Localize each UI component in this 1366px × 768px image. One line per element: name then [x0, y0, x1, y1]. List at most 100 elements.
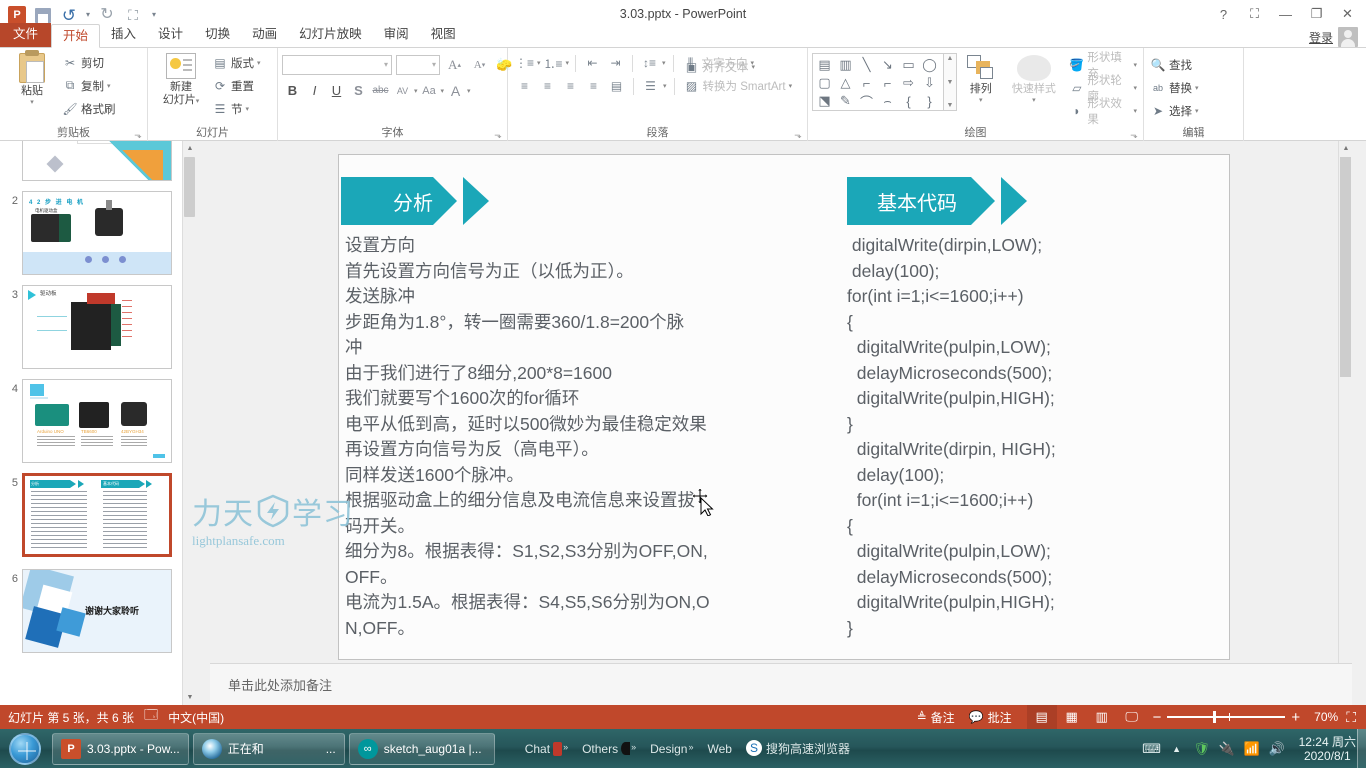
- scribble-shape-icon[interactable]: ✎: [835, 92, 856, 110]
- taskbar-item-arduino[interactable]: ∞ sketch_aug01a |...: [348, 732, 495, 765]
- chevron-down-icon[interactable]: ▾: [566, 59, 570, 67]
- chevron-down-icon[interactable]: ▾: [467, 87, 471, 95]
- chevron-down-icon[interactable]: ▾: [663, 82, 667, 90]
- taskbar-item-camera[interactable]: 正在和 ...: [192, 732, 345, 765]
- copy-button[interactable]: ⧉ 复制 ▾: [60, 74, 118, 97]
- deskband-item-others[interactable]: Others »: [576, 741, 642, 756]
- right-heading-banner[interactable]: 基本代码: [847, 177, 1035, 225]
- change-case-button[interactable]: Aa: [419, 80, 440, 101]
- chevron-down-icon[interactable]: ▾: [1195, 84, 1199, 92]
- slide-thumbnail-5[interactable]: 分析 基本代码: [22, 473, 172, 557]
- deskband-item-browser[interactable]: S 搜狗高速浏览器: [740, 740, 856, 757]
- slide-thumbnail-3[interactable]: 驱动板: [22, 285, 172, 369]
- freeform-shape-icon[interactable]: ⬔: [814, 92, 835, 110]
- thumbnail-pane-scrollbar[interactable]: ▲ ▼: [182, 141, 196, 705]
- columns-button[interactable]: ☰: [640, 76, 661, 96]
- close-button[interactable]: ✕: [1333, 3, 1362, 25]
- chevron-right-icon[interactable]: »: [631, 742, 636, 752]
- paste-button[interactable]: 粘贴 ▾: [4, 50, 60, 106]
- list-item[interactable]: 6 谢谢大家聆听: [0, 557, 196, 653]
- chevron-down-icon[interactable]: ▾: [662, 59, 666, 67]
- scrollbar-thumb[interactable]: [1340, 157, 1351, 377]
- reading-view-button[interactable]: ▥: [1087, 705, 1117, 729]
- font-name-combobox[interactable]: ▾: [282, 54, 392, 75]
- slide-area-scrollbar[interactable]: ▲ ⌃ ⌄ ▼: [1338, 141, 1353, 705]
- normal-view-button[interactable]: ▤: [1026, 705, 1057, 729]
- convert-to-smartart-button[interactable]: ▨ 转换为 SmartArt ▾: [682, 77, 795, 96]
- window-controls[interactable]: ? ⛶ — ❐ ✕: [1209, 3, 1362, 25]
- tab-animations[interactable]: 动画: [241, 23, 288, 47]
- tab-file[interactable]: 文件: [0, 23, 52, 47]
- layout-button[interactable]: ▤ 版式 ▾: [210, 51, 263, 74]
- arc-shape-icon[interactable]: ⌒: [856, 92, 877, 110]
- underline-button[interactable]: U: [326, 80, 347, 101]
- right-arrow-shape-icon[interactable]: ⇨: [898, 74, 919, 92]
- chevron-down-icon[interactable]: ▾: [30, 98, 34, 106]
- network-plug-icon[interactable]: 🔌: [1218, 740, 1236, 758]
- list-item[interactable]: 2 4 2 步 进 电 机 电机驱动盒: [0, 181, 196, 275]
- align-text-button[interactable]: ▣ 对齐文本 ▾: [682, 58, 795, 77]
- zoom-level[interactable]: 70%: [1306, 710, 1346, 724]
- list-item[interactable]: 1: [0, 141, 196, 181]
- rectangle-shape-icon[interactable]: ▭: [898, 56, 919, 74]
- volume-icon[interactable]: 🔊: [1268, 740, 1286, 758]
- tab-home[interactable]: 开始: [51, 24, 101, 48]
- scrollbar-thumb[interactable]: [184, 157, 195, 217]
- deskband-item-chat[interactable]: Chat »: [519, 741, 574, 756]
- vertical-textbox-shape-icon[interactable]: ▥: [835, 56, 856, 74]
- quick-styles-button[interactable]: 快速样式 ▾: [1004, 53, 1063, 104]
- decrease-font-size-button[interactable]: A ▾: [469, 54, 490, 75]
- chevron-down-icon[interactable]: ▾: [246, 105, 250, 113]
- arrange-button[interactable]: 排列 ▾: [957, 53, 1004, 104]
- current-slide[interactable]: 分析 基本代码 设置方向 首先设置方向信号为正（以低为正）。 发送脉冲 步距角为…: [338, 154, 1230, 660]
- shield-icon[interactable]: 🛡: [1193, 740, 1211, 758]
- scroll-down-icon[interactable]: ▼: [947, 79, 954, 86]
- tab-review[interactable]: 审阅: [373, 23, 420, 47]
- justify-button[interactable]: ≡: [583, 76, 604, 96]
- minimize-button[interactable]: —: [1271, 3, 1300, 25]
- font-size-combobox[interactable]: ▾: [396, 54, 440, 75]
- reset-button[interactable]: ⟳ 重置: [210, 74, 263, 97]
- scroll-down-icon[interactable]: ▼: [183, 690, 196, 705]
- elbow-connector-icon[interactable]: ⌐: [856, 74, 877, 92]
- character-spacing-button[interactable]: AV: [392, 80, 413, 101]
- dialog-launcher-clipboard[interactable]: ⬎: [133, 130, 143, 140]
- ribbon-display-options-button[interactable]: ⛶: [1240, 3, 1269, 25]
- account-area[interactable]: 登录: [1309, 27, 1358, 47]
- spellcheck-icon[interactable]: 🗔: [144, 706, 158, 728]
- tab-design[interactable]: 设计: [147, 23, 194, 47]
- chevron-down-icon[interactable]: ▾: [1032, 96, 1036, 104]
- slide-thumbnail-pane[interactable]: 1 2 4 2 步 进 电 机 电机驱动盒: [0, 141, 196, 705]
- ribbon-tab-bar[interactable]: 文件 开始 插入 设计 切换 动画 幻灯片放映 审阅 视图 登录: [0, 23, 1366, 48]
- scroll-up-icon[interactable]: ▲: [183, 141, 196, 156]
- line-shape-icon[interactable]: ╲: [856, 56, 877, 74]
- help-button[interactable]: ?: [1209, 3, 1238, 25]
- zoom-in-button[interactable]: +: [1285, 709, 1300, 726]
- slide-thumbnail-1[interactable]: [22, 141, 172, 181]
- chevron-down-icon[interactable]: ▾: [752, 63, 756, 71]
- new-slide-button[interactable]: 新建 幻灯片▾: [152, 51, 210, 108]
- scroll-up-icon[interactable]: ▲: [1339, 141, 1353, 156]
- zoom-slider[interactable]: − +: [1153, 709, 1301, 726]
- arrow-shape-icon[interactable]: ↘: [877, 56, 898, 74]
- deskband-item-design[interactable]: Design »: [644, 742, 699, 756]
- zoom-track[interactable]: [1167, 711, 1286, 723]
- chevron-down-icon[interactable]: ▾: [537, 59, 541, 67]
- signin-link[interactable]: 登录: [1309, 29, 1333, 46]
- dialog-launcher-drawing[interactable]: ⬎: [1129, 130, 1139, 140]
- shapes-gallery[interactable]: ▤ ▥ ╲ ↘ ▭ ◯ ▢ △ ⌐ ⌐ ⇨ ⇩ ⬔ ✎ ⌒ ⌢ {}: [812, 53, 944, 111]
- zoom-out-button[interactable]: −: [1153, 709, 1168, 726]
- shapes-gallery-scrollbar[interactable]: ▲ ▼ ▼: [944, 53, 957, 111]
- comments-button[interactable]: 💬 批注: [962, 705, 1019, 729]
- slide-thumbnail-2[interactable]: 4 2 步 进 电 机 电机驱动盒: [22, 191, 172, 275]
- chevron-down-icon[interactable]: ▾: [384, 60, 388, 69]
- font-color-button[interactable]: A: [445, 80, 466, 101]
- list-item[interactable]: 5 分析 基本代码: [0, 463, 196, 557]
- increase-font-size-button[interactable]: A ▴: [444, 54, 465, 75]
- language-indicator[interactable]: 中文(中国): [168, 709, 224, 726]
- tab-insert[interactable]: 插入: [100, 23, 147, 47]
- distributed-button[interactable]: ▤: [606, 76, 627, 96]
- tab-transitions[interactable]: 切换: [194, 23, 241, 47]
- right-brace-shape-icon[interactable]: }: [919, 92, 940, 110]
- line-spacing-button[interactable]: ↕≡: [639, 53, 660, 73]
